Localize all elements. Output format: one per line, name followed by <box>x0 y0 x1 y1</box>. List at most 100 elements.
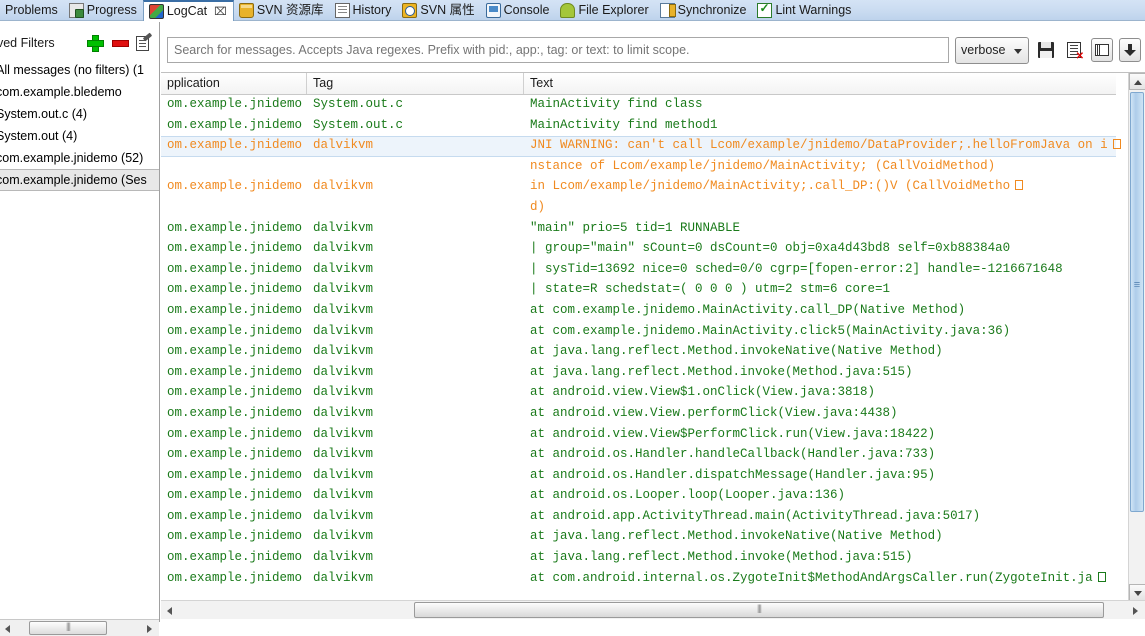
table-row[interactable]: om.example.jnidemo dalvikvm at com.exampl… <box>161 322 1116 343</box>
table-row[interactable]: om.example.jnidemo dalvikvm at android.vi… <box>161 425 1116 446</box>
tab-file-explorer[interactable]: File Explorer <box>555 0 654 21</box>
table-row[interactable]: nstance of Lcom/example/jnidemo/MainActi… <box>161 157 1116 178</box>
tab-console[interactable]: Console <box>481 0 556 21</box>
display-view-button[interactable] <box>1091 38 1113 62</box>
table-row[interactable]: om.example.jnidemo dalvikvm | group="main… <box>161 239 1116 260</box>
cell-app: om.example.jnidemo <box>167 405 303 420</box>
cell-tag: dalvikvm <box>313 508 374 523</box>
save-log-button[interactable] <box>1035 38 1057 62</box>
log-rows: om.example.jnidemo System.out.c MainActivi… <box>161 95 1121 600</box>
tab-svn[interactable]: SVN 资源库 <box>234 0 330 21</box>
minus-icon[interactable] <box>111 34 129 51</box>
cell-app: om.example.jnidemo <box>167 179 303 194</box>
search-input[interactable] <box>167 37 949 63</box>
table-row[interactable]: om.example.jnidemo dalvikvm at java.lang.… <box>161 342 1116 363</box>
log-vertical-scrollbar[interactable] <box>1128 73 1145 601</box>
log-level-select[interactable]: verbose <box>955 36 1029 64</box>
scroll-right-arrow-icon[interactable] <box>142 621 157 636</box>
table-column-header: pplication Tag Text <box>161 73 1116 95</box>
chevron-down-icon <box>1014 48 1022 54</box>
log-horizontal-scrollbar[interactable] <box>161 600 1145 619</box>
tab-synchronize[interactable]: Synchronize <box>655 0 753 21</box>
table-row[interactable]: om.example.jnidemo dalvikvm | sysTid=1369… <box>161 260 1116 281</box>
vertical-scroll-thumb[interactable] <box>1130 92 1144 512</box>
table-row[interactable]: om.example.jnidemo dalvikvm at java.lang.… <box>161 363 1116 384</box>
column-header[interactable]: pplication <box>161 73 220 94</box>
filter-list-item[interactable]: System.out (4) <box>0 125 159 147</box>
sidebar-scroll-thumb[interactable] <box>29 621 107 635</box>
table-row[interactable]: om.example.jnidemo dalvikvm at java.lang.… <box>161 527 1116 548</box>
scroll-lock-button[interactable] <box>1119 38 1141 62</box>
hscroll-left-arrow-icon[interactable] <box>161 602 178 619</box>
history-icon <box>334 2 350 18</box>
cell-tag: dalvikvm <box>313 220 374 235</box>
cell-text: at android.os.Handler.handleCallback(Han… <box>530 447 936 462</box>
cell-text: JNI WARNING: can't call Lcom/example/jni… <box>530 138 1121 152</box>
synchronize-icon <box>659 2 676 18</box>
table-row[interactable]: om.example.jnidemo System.out.c MainActivi… <box>161 116 1116 137</box>
horizontal-scroll-thumb[interactable] <box>414 602 1104 618</box>
cell-tag: dalvikvm <box>313 261 374 276</box>
filter-list-item[interactable]: com.example.jnidemo (52) <box>0 147 159 169</box>
table-row[interactable]: om.example.jnidemo dalvikvm | state=R sch… <box>161 280 1116 301</box>
table-row[interactable]: om.example.jnidemo dalvikvm at android.os… <box>161 486 1116 507</box>
table-row[interactable]: d) <box>161 198 1116 219</box>
filter-list-item[interactable]: System.out.c (4) <box>0 103 159 125</box>
tab-logcat[interactable]: LogCat ⌧ <box>142 0 234 21</box>
cell-tag: dalvikvm <box>313 282 374 297</box>
tab-history[interactable]: History <box>330 0 398 21</box>
table-row[interactable]: om.example.jnidemo dalvikvm in Lcom/examp… <box>161 177 1116 198</box>
cell-text: MainActivity find method1 <box>530 117 718 132</box>
column-header[interactable]: Text <box>524 73 553 94</box>
cell-tag: dalvikvm <box>313 302 374 317</box>
table-row[interactable]: om.example.jnidemo dalvikvm at android.os… <box>161 445 1116 466</box>
scroll-left-arrow-icon[interactable] <box>0 621 15 636</box>
close-icon[interactable]: ⌧ <box>214 5 227 18</box>
cell-text: "main" prio=5 tid=1 RUNNABLE <box>530 220 741 235</box>
svn-repository-icon <box>238 2 254 18</box>
clear-log-button[interactable] <box>1063 38 1085 62</box>
view-tab-bar: Problems Progress LogCat ⌧ SVN 资源库 History SVN… <box>0 0 1145 21</box>
cell-text: d) <box>530 199 546 214</box>
tab-label: File Explorer <box>578 2 649 17</box>
tab-progress[interactable]: Progress <box>64 0 143 21</box>
tab-problems[interactable]: Problems <box>0 0 64 21</box>
table-row[interactable]: om.example.jnidemo dalvikvm "main" prio=5 … <box>161 219 1116 240</box>
tab-lint-warnings[interactable]: Lint Warnings <box>752 0 857 21</box>
cell-tag: dalvikvm <box>313 467 374 482</box>
column-header[interactable]: Tag <box>307 73 333 94</box>
edit-icon[interactable] <box>136 35 149 51</box>
cell-tag: dalvikvm <box>313 447 374 462</box>
filter-list-item[interactable]: All messages (no filters) (1 <box>0 59 159 81</box>
cell-app: om.example.jnidemo <box>167 426 303 441</box>
table-row[interactable]: om.example.jnidemo dalvikvm at android.vi… <box>161 383 1116 404</box>
table-row[interactable]: om.example.jnidemo System.out.c MainActivi… <box>161 95 1116 116</box>
cell-text: at android.os.Looper.loop(Looper.java:13… <box>530 488 846 503</box>
cell-app: om.example.jnidemo <box>167 220 303 235</box>
filter-list-item[interactable]: com.example.bledemo <box>0 81 159 103</box>
cell-text: at java.lang.reflect.Method.invoke(Metho… <box>530 364 913 379</box>
cell-app: om.example.jnidemo <box>167 570 303 585</box>
filter-list-item[interactable]: com.example.jnidemo (Ses <box>0 169 159 191</box>
cell-tag: dalvikvm <box>313 138 374 153</box>
scroll-up-arrow-icon[interactable] <box>1129 73 1145 90</box>
table-row[interactable]: om.example.jnidemo dalvikvm at android.vi… <box>161 404 1116 425</box>
table-row[interactable]: om.example.jnidemo dalvikvm at java.lang.… <box>161 548 1116 569</box>
column-divider[interactable] <box>523 73 524 94</box>
cell-app: om.example.jnidemo <box>167 302 303 317</box>
table-row[interactable]: om.example.jnidemo dalvikvm at android.os… <box>161 466 1116 487</box>
table-row[interactable]: om.example.jnidemo dalvikvm at com.androi… <box>161 569 1116 590</box>
cell-text: at com.example.jnidemo.MainActivity.clic… <box>530 323 1011 338</box>
cell-app: om.example.jnidemo <box>167 447 303 462</box>
hscroll-right-arrow-icon[interactable] <box>1127 602 1144 619</box>
cell-text: at android.view.View$PerformClick.run(Vi… <box>530 426 936 441</box>
table-row[interactable]: om.example.jnidemo dalvikvm JNI WARNING: c… <box>161 136 1121 157</box>
column-divider[interactable] <box>306 73 307 94</box>
table-row[interactable]: om.example.jnidemo dalvikvm at android.ap… <box>161 507 1116 528</box>
clear-log-icon <box>1067 42 1084 62</box>
tab-svn[interactable]: SVN 属性 <box>397 0 480 21</box>
plus-icon[interactable] <box>86 34 104 52</box>
cell-text: at java.lang.reflect.Method.invokeNative… <box>530 344 943 359</box>
scroll-down-arrow-icon[interactable] <box>1129 584 1145 601</box>
table-row[interactable]: om.example.jnidemo dalvikvm at com.exampl… <box>161 301 1116 322</box>
